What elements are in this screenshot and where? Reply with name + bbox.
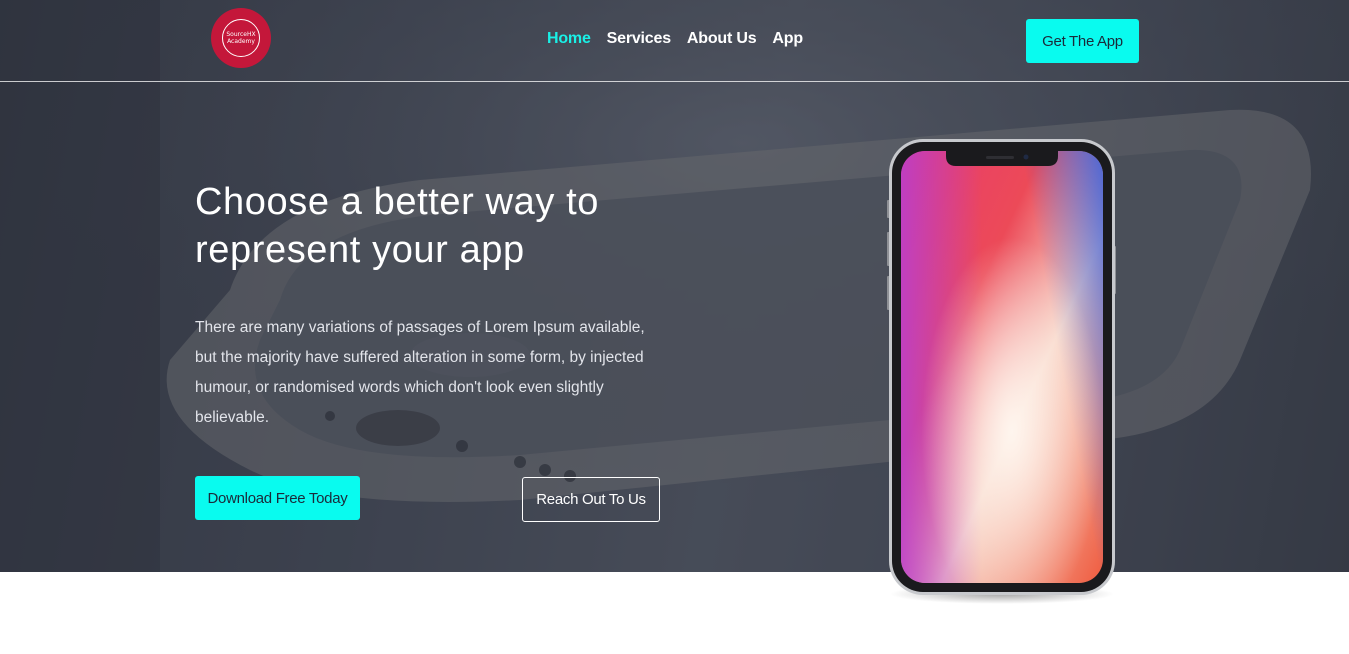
logo-badge: SourceHX Academy (222, 19, 260, 57)
hero-headline-line2: represent your app (195, 229, 525, 271)
brand-logo-icon[interactable]: SourceHX Academy (211, 8, 271, 68)
nav-item-app[interactable]: App (772, 30, 803, 48)
hero-headline-line1: Choose a better way to (195, 181, 599, 223)
nav-item-about-us[interactable]: About Us (687, 30, 757, 48)
smartphone-mockup-image (887, 139, 1116, 604)
hero-headline: Choose a better way to represent your ap… (195, 178, 675, 274)
download-free-button[interactable]: Download Free Today (195, 476, 360, 520)
hero-description: There are many variations of passages of… (195, 319, 645, 426)
nav-item-services[interactable]: Services (607, 30, 671, 48)
reach-out-button[interactable]: Reach Out To Us (522, 477, 660, 522)
navbar: SourceHX Academy Home Services About Us … (0, 0, 1349, 82)
logo-text-line1: SourceHX (226, 31, 256, 38)
nav-item-home[interactable]: Home (547, 30, 591, 48)
logo-text-line2: Academy (227, 38, 255, 45)
get-the-app-button[interactable]: Get The App (1026, 19, 1139, 63)
main-nav: Home Services About Us App (547, 30, 803, 48)
